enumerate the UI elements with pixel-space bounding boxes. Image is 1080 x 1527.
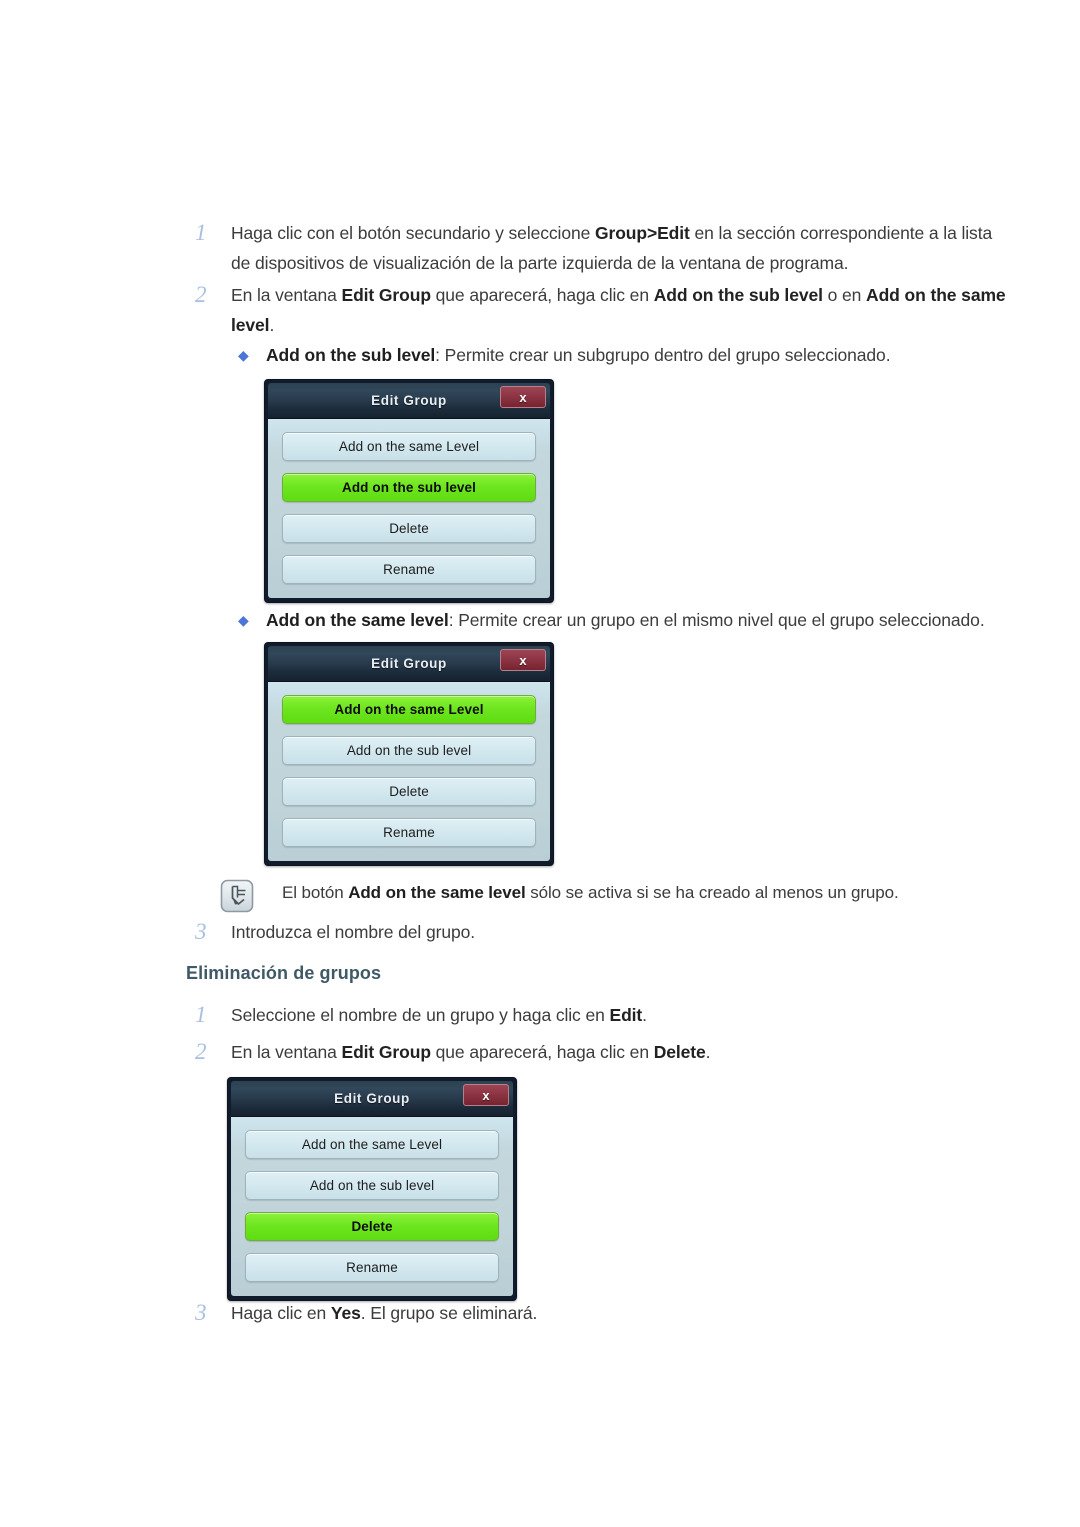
- dialog-add-same-level[interactable]: Edit Group x Add on the same Level Add o…: [264, 642, 554, 866]
- button-add-on-sub-level[interactable]: Add on the sub level: [282, 473, 536, 502]
- step-number: 3: [195, 1300, 207, 1325]
- dialog-add-sub-level[interactable]: Edit Group x Add on the same Level Add o…: [264, 379, 554, 603]
- button-add-on-sub-level[interactable]: Add on the sub level: [282, 736, 536, 765]
- step-number: 1: [195, 1002, 207, 1027]
- note-text: El botón Add on the same level sólo se a…: [282, 883, 899, 902]
- close-icon[interactable]: x: [500, 386, 546, 408]
- bullet-item-same-level: ◆ Add on the same level: Permite crear u…: [234, 605, 1074, 635]
- button-rename[interactable]: Rename: [282, 818, 536, 847]
- button-delete[interactable]: Delete: [282, 514, 536, 543]
- step-text: En la ventana Edit Group que aparecerá, …: [231, 1042, 711, 1062]
- note-pencil-icon: [220, 879, 254, 913]
- section-heading-delete-groups: Eliminación de grupos: [186, 963, 382, 983]
- bullet-item-sub-level: ◆ Add on the sub level: Permite crear un…: [234, 340, 1064, 370]
- step-item: 2 En la ventana Edit Group que aparecerá…: [186, 280, 1006, 340]
- button-add-on-same-level[interactable]: Add on the same Level: [282, 432, 536, 461]
- dialog-body: Add on the same Level Add on the sub lev…: [268, 682, 550, 861]
- close-icon[interactable]: x: [463, 1084, 509, 1106]
- dialog-title: Edit Group: [371, 393, 447, 408]
- dialog-titlebar: Edit Group x: [268, 383, 550, 419]
- dialog-title: Edit Group: [371, 656, 447, 671]
- step-item: 3 Haga clic en Yes. El grupo se eliminar…: [186, 1298, 1006, 1328]
- dialog-titlebar: Edit Group x: [231, 1081, 513, 1117]
- button-delete[interactable]: Delete: [245, 1212, 499, 1241]
- bullet-diamond-icon: ◆: [238, 347, 249, 363]
- close-icon[interactable]: x: [500, 649, 546, 671]
- bullet-diamond-icon: ◆: [238, 612, 249, 628]
- dialog-body: Add on the same Level Add on the sub lev…: [231, 1117, 513, 1296]
- document-page: 1 Haga clic con el botón secundario y se…: [0, 0, 1080, 1527]
- step-number: 1: [195, 220, 207, 245]
- step-item: 1 Seleccione el nombre de un grupo y hag…: [186, 1000, 1006, 1030]
- button-rename[interactable]: Rename: [245, 1253, 499, 1282]
- step-text: Haga clic con el botón secundario y sele…: [231, 223, 993, 273]
- step-number: 2: [195, 282, 207, 307]
- dialog-delete[interactable]: Edit Group x Add on the same Level Add o…: [227, 1077, 517, 1301]
- button-delete[interactable]: Delete: [282, 777, 536, 806]
- bullet-text: Add on the sub level: Permite crear un s…: [266, 345, 891, 365]
- step-number: 2: [195, 1039, 207, 1064]
- step-text: Haga clic en Yes. El grupo se eliminará.: [231, 1303, 538, 1323]
- button-add-on-same-level[interactable]: Add on the same Level: [282, 695, 536, 724]
- step-item: 3 Introduzca el nombre del grupo.: [186, 917, 1006, 947]
- step-item: 2 En la ventana Edit Group que aparecerá…: [186, 1037, 1006, 1067]
- step-text: En la ventana Edit Group que aparecerá, …: [231, 285, 1006, 335]
- step-text: Introduzca el nombre del grupo.: [231, 922, 475, 942]
- button-rename[interactable]: Rename: [282, 555, 536, 584]
- bullet-text: Add on the same level: Permite crear un …: [266, 610, 985, 630]
- dialog-body: Add on the same Level Add on the sub lev…: [268, 419, 550, 598]
- button-add-on-sub-level[interactable]: Add on the sub level: [245, 1171, 499, 1200]
- dialog-title: Edit Group: [334, 1091, 410, 1106]
- dialog-titlebar: Edit Group x: [268, 646, 550, 682]
- button-add-on-same-level[interactable]: Add on the same Level: [245, 1130, 499, 1159]
- step-item: 1 Haga clic con el botón secundario y se…: [186, 218, 1006, 278]
- step-text: Seleccione el nombre de un grupo y haga …: [231, 1005, 647, 1025]
- step-number: 3: [195, 919, 207, 944]
- note-block: El botón Add on the same level sólo se a…: [216, 878, 1016, 913]
